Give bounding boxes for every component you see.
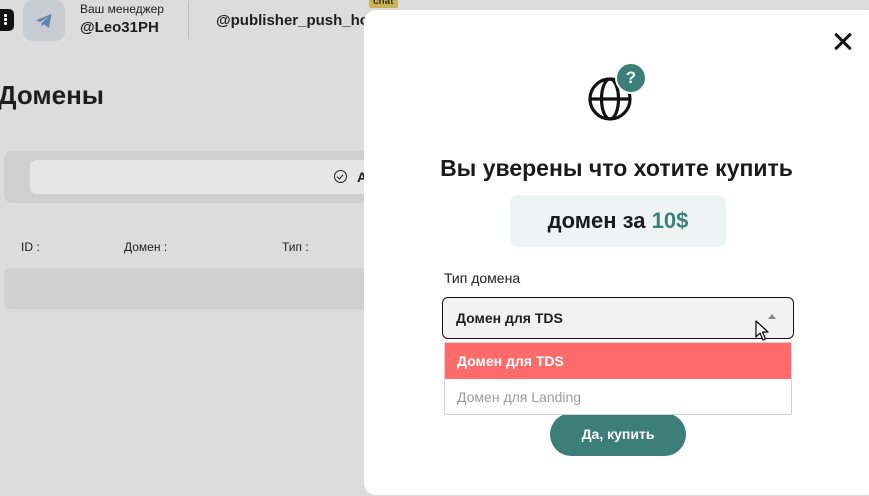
select-value: Домен для TDS [456, 310, 563, 326]
header-divider [188, 1, 189, 39]
price-box: домен за 10$ [510, 195, 726, 247]
column-header-id: ID : [21, 240, 40, 254]
question-badge-icon: ? [615, 62, 647, 94]
domain-type-select[interactable]: Домен для TDS [442, 297, 794, 339]
column-header-type: Тип : [282, 240, 309, 254]
check-circle-icon [334, 170, 347, 183]
table-row [4, 268, 384, 309]
menu-icon[interactable] [0, 9, 14, 31]
domain-type-label: Тип домена [444, 270, 521, 286]
option-landing[interactable]: Домен для Landing [445, 379, 791, 415]
telegram-button[interactable] [23, 0, 65, 41]
price-value: 10$ [651, 208, 689, 233]
domain-type-dropdown: Домен для TDS Домен для Landing [444, 342, 792, 415]
confirm-buy-button[interactable]: Да, купить [550, 413, 686, 456]
bot-name[interactable]: @publisher_push_ho [216, 12, 369, 29]
manager-label: Ваш менеджер [80, 2, 164, 16]
modal-title: Вы уверены что хотите купить [440, 155, 793, 181]
caret-up-icon [768, 314, 776, 319]
manager-name[interactable]: @Leo31PH [80, 19, 159, 36]
chat-badge[interactable]: chat [369, 0, 398, 8]
telegram-icon [36, 13, 52, 28]
option-tds[interactable]: Домен для TDS [445, 343, 791, 379]
page-title: Домены [0, 80, 104, 110]
column-header-domain: Домен : [124, 240, 168, 254]
price-text: домен за [547, 208, 646, 233]
mouse-cursor-icon [755, 320, 769, 341]
close-icon[interactable] [832, 30, 854, 52]
